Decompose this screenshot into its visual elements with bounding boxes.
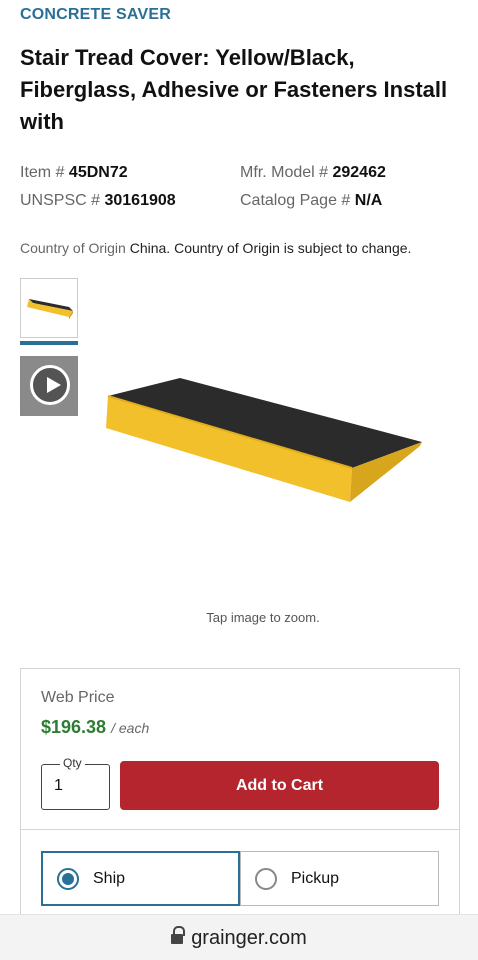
unspsc-label: UNSPSC # <box>20 192 101 209</box>
radio-unselected-icon[interactable] <box>255 867 277 890</box>
item-number-value: 45DN72 <box>68 164 128 181</box>
item-number: Item # 45DN72 <box>20 164 128 182</box>
lock-icon <box>171 926 186 945</box>
catalog-page: Catalog Page # N/A <box>240 192 382 210</box>
catalog-page-label: Catalog Page # <box>240 192 351 209</box>
divider <box>21 829 459 830</box>
origin-value: China. Country of Origin is subject to c… <box>129 240 412 256</box>
origin-label: Country of Origin <box>20 240 126 256</box>
price-unit: / each <box>111 720 150 736</box>
thumbnail-video[interactable] <box>20 356 78 416</box>
brand-link[interactable]: CONCRETE SAVER <box>20 6 171 24</box>
price-value: $196.38 <box>41 717 107 737</box>
thumbnail-image[interactable] <box>20 278 78 338</box>
product-image[interactable] <box>100 362 430 512</box>
unspsc: UNSPSC # 30161908 <box>20 192 176 210</box>
ship-option[interactable]: Ship <box>41 851 240 906</box>
web-price-label: Web Price <box>41 689 115 706</box>
play-icon <box>30 365 70 405</box>
radio-selected-icon[interactable] <box>57 867 79 890</box>
quantity-label: Qty <box>60 756 85 770</box>
quantity-field[interactable]: Qty <box>41 756 110 810</box>
price: $196.38 / each <box>41 717 149 738</box>
browser-address-bar[interactable]: grainger.com <box>0 914 478 960</box>
zoom-hint: Tap image to zoom. <box>206 610 320 625</box>
quantity-input[interactable] <box>54 777 94 795</box>
country-of-origin: Country of Origin China. Country of Orig… <box>20 240 411 256</box>
pickup-option[interactable]: Pickup <box>240 851 439 906</box>
thumbnail-selected-indicator <box>20 341 78 345</box>
pickup-label: Pickup <box>291 869 340 887</box>
unspsc-value: 30161908 <box>104 192 176 209</box>
url-text: grainger.com <box>191 927 307 949</box>
buy-box: Web Price $196.38 / each Qty Add to Cart… <box>20 668 460 928</box>
stair-tread-thumbnail-icon <box>27 299 73 319</box>
add-to-cart-button[interactable]: Add to Cart <box>120 761 439 810</box>
mfr-model: Mfr. Model # 292462 <box>240 164 386 182</box>
mfr-model-value: 292462 <box>332 164 386 181</box>
ship-label: Ship <box>93 869 126 887</box>
mfr-model-label: Mfr. Model # <box>240 164 329 181</box>
product-title: Stair Tread Cover: Yellow/Black, Fibergl… <box>20 45 448 134</box>
item-number-label: Item # <box>20 164 65 181</box>
catalog-page-value: N/A <box>354 192 383 209</box>
